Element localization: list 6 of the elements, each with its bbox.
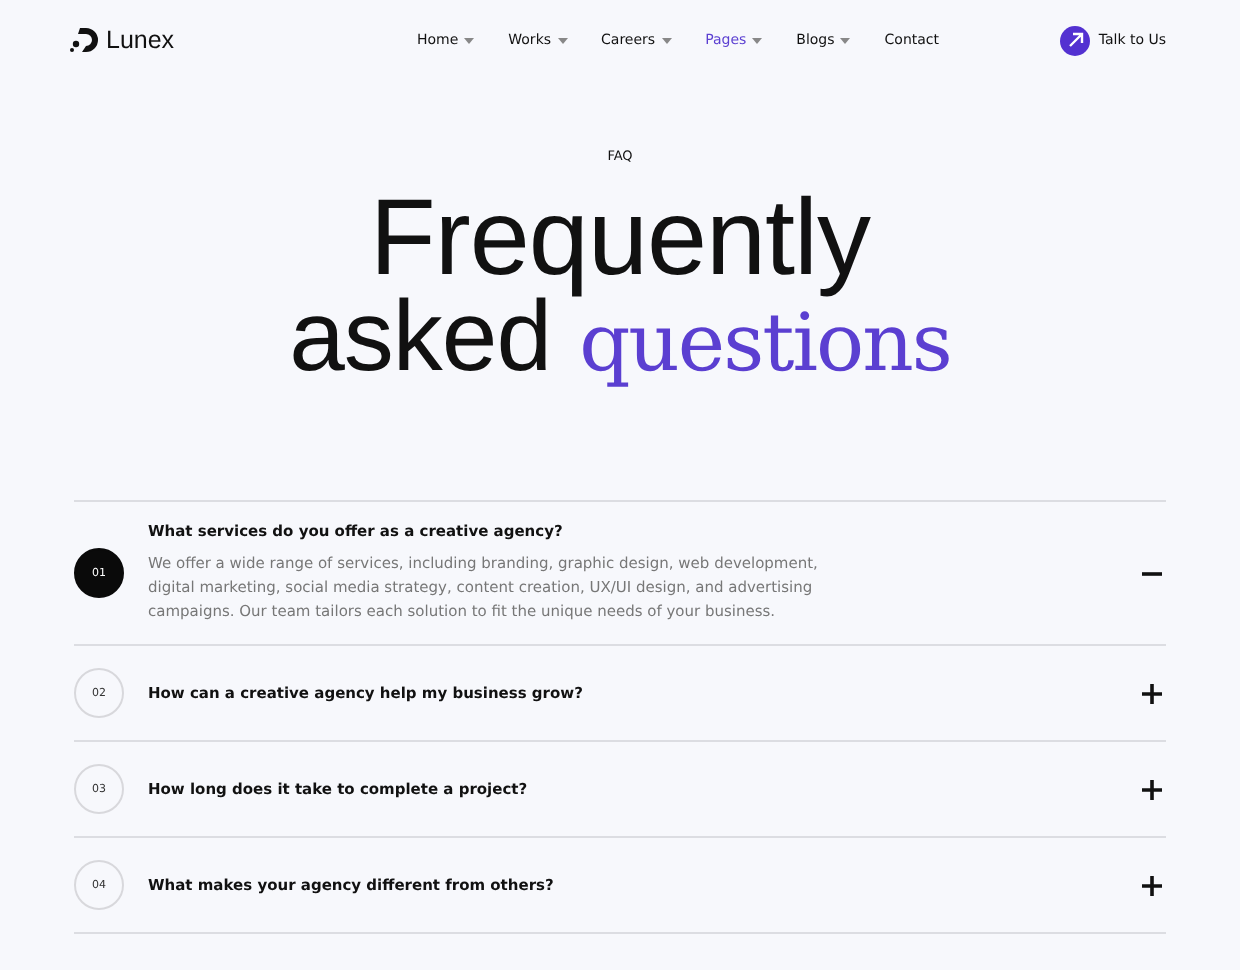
brand-name: Lunex <box>106 26 175 54</box>
plus-icon[interactable] <box>1142 875 1162 895</box>
plus-icon[interactable] <box>1142 683 1162 703</box>
logo-icon <box>70 28 98 52</box>
plus-icon[interactable] <box>1142 779 1162 799</box>
accent-heading-word: questions <box>579 297 951 392</box>
